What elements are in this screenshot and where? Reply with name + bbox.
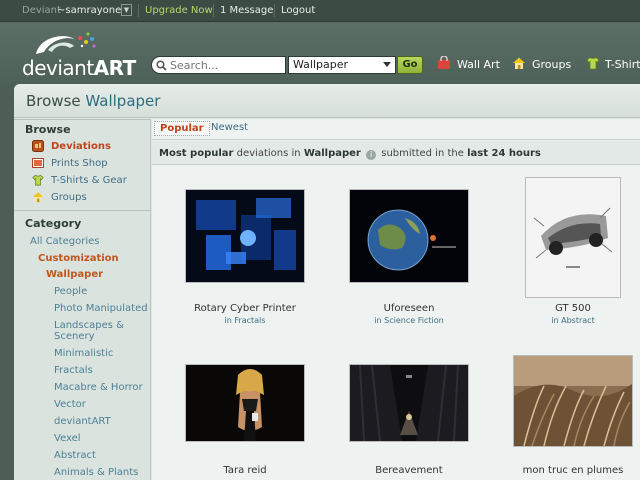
search-go-button[interactable]: Go xyxy=(397,56,423,74)
tab-newest[interactable]: Newest xyxy=(206,121,253,134)
subcategory-abstract[interactable]: Abstract xyxy=(54,450,96,461)
chevron-down-icon xyxy=(383,62,391,67)
subcategory-landscapes-line1[interactable]: Landscapes & xyxy=(54,320,124,331)
deviantart-logo-icon[interactable] xyxy=(30,30,100,58)
card-category: in Science Fiction xyxy=(349,316,469,325)
divider xyxy=(213,4,214,17)
card-title[interactable]: Uforeseen xyxy=(349,303,469,314)
search-scope-select[interactable]: Wallpaper xyxy=(288,56,396,74)
card-category: in Fractals xyxy=(185,316,305,325)
sidebar-item-groups[interactable]: Groups xyxy=(51,192,87,203)
subcategory-minimalistic[interactable]: Minimalistic xyxy=(54,348,113,359)
page-container: Browse Wallpaper Browse Deviations Print… xyxy=(14,84,640,480)
thumbnail-gt-500[interactable] xyxy=(525,177,621,298)
info-icon[interactable]: i xyxy=(366,150,377,160)
subcategory-photo-manipulated[interactable]: Photo Manipulated xyxy=(54,303,148,314)
card-in: in xyxy=(374,316,382,325)
thumbnail-image xyxy=(526,178,620,297)
tshirt-icon xyxy=(32,174,44,186)
card-category-link[interactable]: Fractals xyxy=(234,316,265,325)
logo-text-b: ART xyxy=(93,56,137,80)
card-title[interactable]: GT 500 xyxy=(513,303,633,314)
thumbnail-image xyxy=(350,190,468,282)
thumbnail-image xyxy=(350,364,468,442)
logo-text-a: deviant xyxy=(22,56,94,80)
sidebar-item-prints-shop[interactable]: Prints Shop xyxy=(51,158,108,169)
page-title: Browse Wallpaper xyxy=(26,92,160,110)
top-bar: Deviant ~samrayone ▼ Upgrade Now 1 Messa… xyxy=(0,0,640,22)
nav-groups-link[interactable]: Groups xyxy=(532,58,571,71)
username-link[interactable]: ~samrayone xyxy=(57,5,121,16)
prints-icon xyxy=(32,158,44,168)
thumbnail-tara-reid[interactable] xyxy=(185,364,305,442)
browse-heading: Browse xyxy=(25,123,71,136)
search-box xyxy=(151,56,286,74)
results-summary: Most popular deviations in Wallpaper i s… xyxy=(152,141,640,165)
page-title-bar: Browse Wallpaper xyxy=(14,84,640,118)
subcategory-fractals[interactable]: Fractals xyxy=(54,365,93,376)
card-category-link[interactable]: Abstract xyxy=(561,316,595,325)
divider xyxy=(14,119,151,120)
summary-text-1: deviations in xyxy=(236,148,301,159)
card-title[interactable]: Bereavement xyxy=(349,465,469,476)
thumbnail-mon-truc-en-plumes[interactable] xyxy=(513,355,633,447)
shopping-bag-icon[interactable] xyxy=(437,56,451,70)
category-heading: Category xyxy=(25,217,82,230)
deviations-icon xyxy=(32,140,44,152)
search-icon xyxy=(156,60,167,71)
user-menu-chevron-icon[interactable]: ▼ xyxy=(121,4,132,16)
category-customization[interactable]: Customization xyxy=(38,253,119,264)
divider xyxy=(274,4,275,17)
summary-timeframe[interactable]: last 24 hours xyxy=(467,148,541,159)
page-title-prefix: Browse xyxy=(26,92,81,110)
category-all[interactable]: All Categories xyxy=(30,236,99,247)
deviantart-logo-text[interactable]: deviantART xyxy=(22,56,136,80)
tab-popular[interactable]: Popular xyxy=(154,121,210,136)
sort-tabs: Popular Newest xyxy=(152,119,640,140)
deviant-prefix: Deviant xyxy=(22,5,61,16)
subcategory-people[interactable]: People xyxy=(54,286,87,297)
messages-link[interactable]: 1 Message xyxy=(220,5,273,16)
logout-link[interactable]: Logout xyxy=(281,5,315,16)
thumbnail-image xyxy=(186,190,304,282)
card-title[interactable]: Rotary Cyber Printer xyxy=(185,303,305,314)
subcategory-macabre-horror[interactable]: Macabre & Horror xyxy=(54,382,143,393)
summary-popular: Most popular xyxy=(159,148,234,159)
site-header: deviantART Wallpaper Go Wall Art Groups … xyxy=(0,22,640,84)
summary-category: Wallpaper xyxy=(303,148,361,159)
sidebar-item-deviations[interactable]: Deviations xyxy=(51,141,111,152)
subcategory-landscapes-line2[interactable]: Scenery xyxy=(54,331,95,342)
search-input[interactable] xyxy=(170,58,280,72)
subcategory-animals-plants[interactable]: Animals & Plants xyxy=(54,467,138,478)
card-category-link[interactable]: Science Fiction xyxy=(384,316,444,325)
sidebar-item-tshirts-gear[interactable]: T-Shirts & Gear xyxy=(51,175,127,186)
subcategory-vexel[interactable]: Vexel xyxy=(54,433,81,444)
thumbnail-image xyxy=(186,365,304,441)
main-content: Popular Newest Most popular deviations i… xyxy=(152,119,640,480)
card-in: in xyxy=(224,316,232,325)
card-category: in Abstract xyxy=(513,316,633,325)
home-icon xyxy=(32,192,44,203)
upgrade-link[interactable]: Upgrade Now xyxy=(145,5,213,16)
thumbnail-bereavement[interactable] xyxy=(349,364,469,442)
page-title-highlight[interactable]: Wallpaper xyxy=(85,92,160,110)
search-scope-value: Wallpaper xyxy=(293,58,349,71)
card-title[interactable]: mon truc en plumes xyxy=(513,465,633,476)
card-title[interactable]: Tara reid xyxy=(185,465,305,476)
thumbnail-rotary-cyber-printer[interactable] xyxy=(185,189,305,283)
subcategory-deviantart[interactable]: deviantART xyxy=(54,416,111,427)
tshirt-icon[interactable] xyxy=(586,56,600,70)
category-wallpaper[interactable]: Wallpaper xyxy=(46,269,103,280)
sidebar: Browse Deviations Prints Shop T-Shirts &… xyxy=(14,119,151,480)
divider xyxy=(14,210,151,211)
home-icon[interactable] xyxy=(512,56,526,70)
nav-tshirts-link[interactable]: T-Shirts xyxy=(605,58,640,71)
subcategory-vector[interactable]: Vector xyxy=(54,399,86,410)
nav-wall-art-link[interactable]: Wall Art xyxy=(457,58,500,71)
summary-text-2: submitted in the xyxy=(381,148,464,159)
thumbnail-uforeseen[interactable] xyxy=(349,189,469,283)
card-in: in xyxy=(551,316,559,325)
thumbnail-image xyxy=(514,356,632,447)
divider xyxy=(138,4,139,17)
